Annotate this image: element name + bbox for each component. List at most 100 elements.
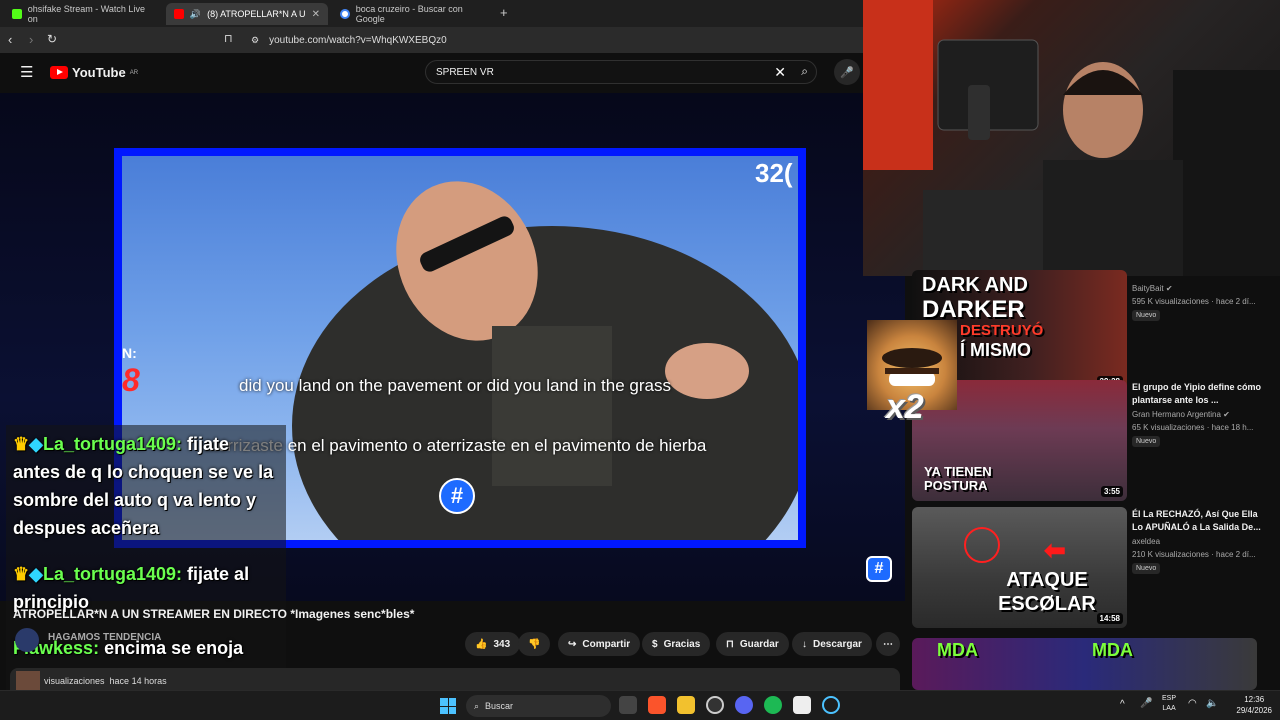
tab-youtube[interactable]: 🔊 (8) ATROPELLAR*N A UN STR ✕ [166,3,328,25]
red-arrow-icon: ⬅ [1044,535,1066,565]
tab-label: boca cruzeiro - Buscar con Google [355,4,463,24]
dislike-button[interactable]: 👎 [518,632,551,656]
taskbar-search[interactable]: ⌕ Buscar [466,695,611,717]
recommendation-meta: 595 K visualizaciones · hace 2 dí... [1132,297,1256,306]
browser-tab-bar: ohsifake Stream - Watch Live on 🔊 (8) AT… [0,0,863,27]
recommendation-channel[interactable]: axeldea [1132,537,1160,546]
davinci-icon[interactable] [793,696,811,714]
more-actions-button[interactable]: ⋯ [876,632,900,656]
cube-icon: ◆ [29,564,43,584]
speaker-icon: 🔊 [189,8,202,19]
side-number: 8 [122,362,140,398]
mic-icon[interactable]: 🎤 [834,59,860,85]
new-badge: Nuevo [1132,563,1161,574]
thanks-icon: $ [652,638,658,650]
address-bar: ‹ › ↻ ⊓ ⚙ youtube.com/watch?v=WhqKWXEBQz… [0,27,863,53]
chat-username: La_tortuga1409 [42,434,177,454]
tab-google[interactable]: boca cruzeiro - Buscar con Google [332,3,496,25]
mic-tray-icon[interactable]: 🎤 [1140,698,1152,709]
channel-branding-icon[interactable]: # [866,556,892,582]
clock[interactable]: 12:36 29/4/2026 [1236,694,1272,716]
windows-taskbar: ⌕ Buscar ^ 🎤 ESP LAA ◠ 🔈 12:36 29/4/2026 [0,690,1280,720]
tab-label: (8) ATROPELLAR*N A UN STR [207,9,306,19]
search-icon: ⌕ [474,700,480,711]
recommendation-channel[interactable]: Gran Hermano Argentina ✔ [1132,410,1230,419]
thanks-button[interactable]: $ Gracias [642,632,711,656]
close-tab-icon[interactable]: ✕ [312,9,320,20]
like-button[interactable]: 👍 343 [465,632,521,656]
subtitle-english: did you land on the pavement or did you … [239,376,671,395]
thumbs-down-icon: 👎 [528,638,541,650]
bookmark-icon: ⊓ [726,638,734,650]
recommendation-meta: 210 K visualizaciones · hace 2 dí... [1132,550,1256,559]
like-count: 343 [493,638,511,650]
webcam-scene [863,0,1280,276]
volume-icon[interactable]: 🔈 [1206,698,1218,709]
region-code: AR [129,69,139,76]
channel-avatar[interactable] [15,628,39,652]
discord-icon[interactable] [735,696,753,714]
streamer-webcam [863,0,1280,276]
duration-badge: 14:58 [1096,613,1123,624]
recommendation-title[interactable]: ÉI La RECHAZÓ, Así Que Ella Lo APUÑALÓ a… [1132,508,1262,534]
recommendation-channel[interactable]: BaityBait ✔ [1132,284,1173,293]
channel-watermark-icon: # [439,478,475,514]
app-icon[interactable] [822,696,840,714]
brave-icon[interactable] [648,696,666,714]
tray-chevron-icon[interactable]: ^ [1120,699,1125,710]
thumbs-up-icon: 👍 [475,638,488,650]
verified-icon: ✔ [1223,410,1230,419]
language-indicator[interactable]: ESP LAA [1162,694,1176,714]
start-icon[interactable] [440,698,456,714]
new-badge: Nuevo [1132,310,1161,321]
share-icon: ↪ [568,638,577,650]
search-input[interactable]: SPREEN VR [436,67,494,78]
cube-icon: ◆ [29,434,43,454]
view-counter: 32( [755,158,793,188]
reload-icon[interactable]: ↻ [47,32,57,46]
site-info-icon[interactable]: ⚙ [251,35,259,46]
obs-icon[interactable] [706,696,724,714]
youtube-logo-icon [50,66,68,79]
share-button[interactable]: ↪ Compartir [558,632,641,656]
wifi-icon[interactable]: ◠ [1188,698,1197,709]
recommendation-thumbnail[interactable]: ⬅ ATAQUE ESCØLAR 14:58 [912,507,1127,628]
spotify-icon[interactable] [764,696,782,714]
youtube-logo[interactable]: YouTube AR [50,65,138,80]
search-box[interactable]: SPREEN VR ✕ ⌕ [425,60,817,84]
side-label: N: [122,345,137,361]
logo-text: YouTube [72,65,126,80]
new-tab-button[interactable]: + [500,5,508,20]
google-icon [340,9,350,19]
back-icon[interactable]: ‹ [8,32,12,47]
save-button[interactable]: ⊓ Guardar [716,632,789,656]
url-text: youtube.com/watch?v=WhqKWXEBQz0 [269,34,447,46]
channel-name[interactable]: HAGAMOS TENDENCIA [48,632,161,643]
crown-icon: ♛ [13,434,30,454]
multiplier-overlay: x2 [886,388,924,426]
search-icon[interactable]: ⌕ [801,64,808,79]
recommendation-thumbnail[interactable]: MDA MDA [912,638,1257,690]
more-icon: ⋯ [883,638,893,650]
recommendation-title[interactable]: El grupo de Yipio define cómo plantarse … [1132,381,1262,407]
file-explorer-icon[interactable] [677,696,695,714]
video-meta: visualizaciones hace 14 horas [44,676,167,686]
tab-label: ohsifake Stream - Watch Live on [27,4,145,24]
url-field[interactable]: ⚙ youtube.com/watch?v=WhqKWXEBQz0 [245,30,845,50]
new-badge: Nuevo [1132,436,1161,447]
menu-icon[interactable]: ☰ [20,63,33,81]
kick-icon [12,9,22,19]
forward-icon[interactable]: › [29,32,33,47]
bookmark-icon[interactable]: ⊓ [224,32,233,45]
youtube-icon [174,9,184,19]
video-title: ATROPELLAR*N A UN STREAMER EN DIRECTO *I… [13,607,415,621]
task-view-icon[interactable] [619,696,637,714]
youtube-header: ☰ YouTube AR SPREEN VR ✕ ⌕ 🎤 [0,53,863,93]
duration-badge: 3:55 [1100,486,1123,497]
recommendation-meta: 65 K visualizaciones · hace 18 h... [1132,423,1254,432]
tab-kick[interactable]: ohsifake Stream - Watch Live on [4,3,162,25]
highlight-circle [964,527,1000,563]
download-button[interactable]: ↓ Descargar [792,632,872,656]
crown-icon: ♛ [13,564,30,584]
chat-message: ♛◆La_tortuga1409: fijate antes de q lo c… [13,434,274,538]
